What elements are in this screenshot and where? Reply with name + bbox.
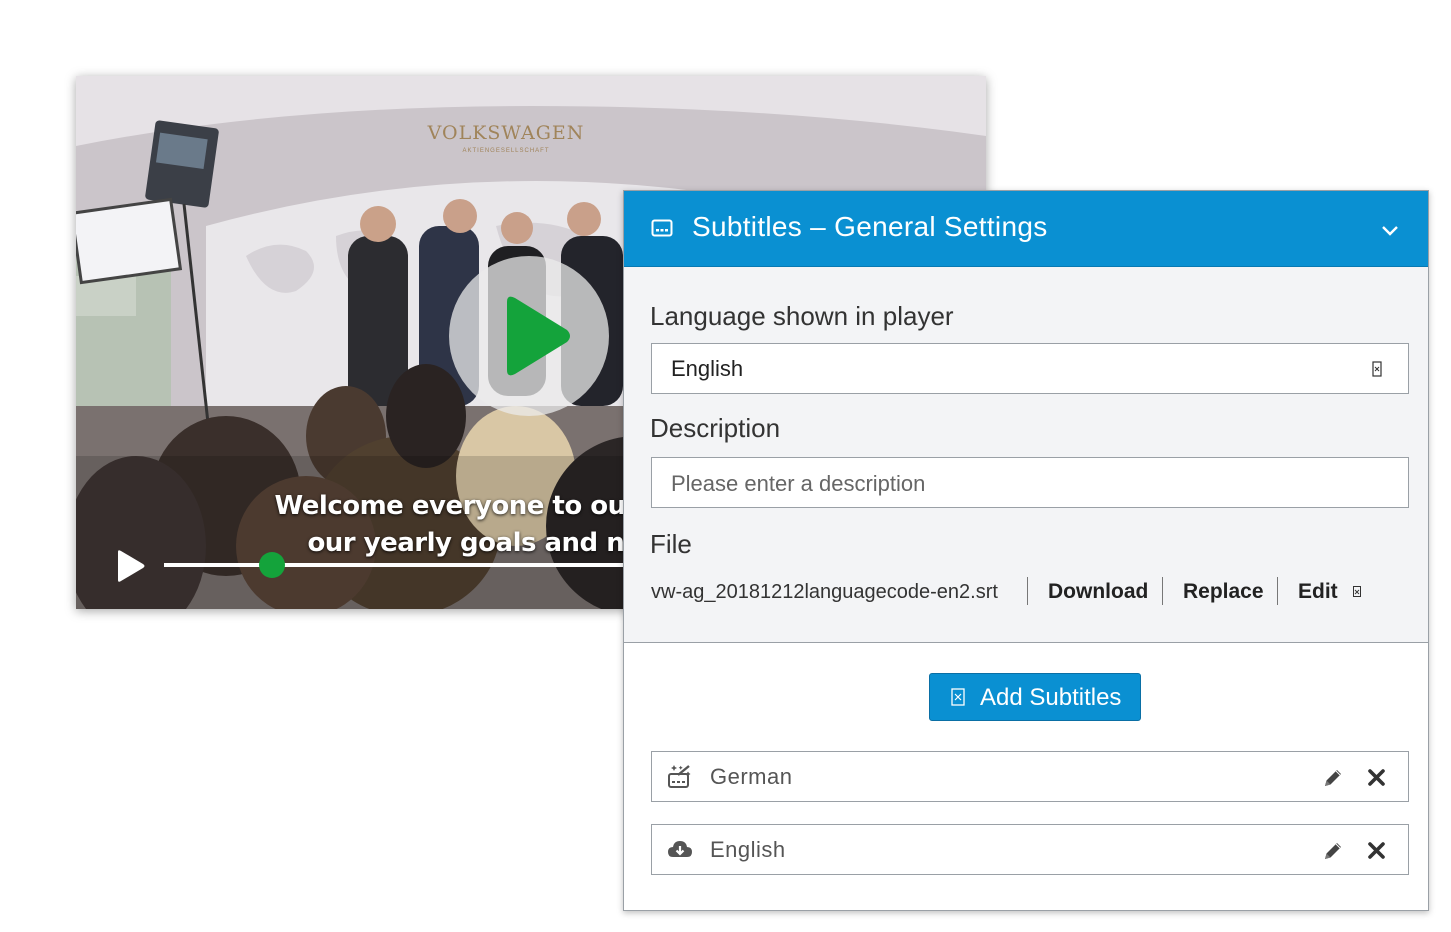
progress-handle[interactable] xyxy=(259,552,286,578)
pencil-icon[interactable] xyxy=(1322,840,1344,862)
cloud-download-icon xyxy=(668,841,692,857)
auto-generate-icon xyxy=(668,765,691,788)
chevron-down-icon[interactable] xyxy=(1381,225,1399,237)
progress-fill xyxy=(164,563,273,567)
file-name: vw-ag_20181212languagecode-en2.srt xyxy=(651,581,998,603)
edit-link[interactable]: Edit xyxy=(1298,580,1338,604)
file-label: File xyxy=(650,529,692,559)
external-link-icon[interactable] xyxy=(1352,586,1363,597)
divider xyxy=(1027,577,1028,605)
subtitle-item-german[interactable]: German xyxy=(651,751,1409,802)
language-select[interactable]: English xyxy=(651,343,1409,394)
close-icon[interactable] xyxy=(1367,841,1386,860)
add-icon xyxy=(951,688,965,706)
progress-bar[interactable] xyxy=(164,552,634,578)
file-row: vw-ag_20181212languagecode-en2.srt Downl… xyxy=(651,569,1411,609)
subtitle-language-label: German xyxy=(710,764,793,789)
play-pause-button[interactable] xyxy=(112,548,146,584)
play-icon xyxy=(507,296,570,376)
subtitles-settings-panel: Subtitles – General Settings Language sh… xyxy=(623,190,1429,911)
description-input[interactable]: Please enter a description xyxy=(651,457,1409,508)
description-label: Description xyxy=(650,413,781,443)
panel-title: Subtitles – General Settings xyxy=(692,211,1048,242)
select-caret-icon xyxy=(1372,361,1382,377)
divider xyxy=(1277,577,1278,605)
subtitle-language-label: English xyxy=(710,837,786,862)
panel-header[interactable]: Subtitles – General Settings xyxy=(624,191,1428,267)
brand-logo-text: VOLKSWAGEN xyxy=(427,122,585,144)
big-play-button[interactable] xyxy=(449,256,609,416)
language-label: Language shown in player xyxy=(650,301,954,331)
download-link[interactable]: Download xyxy=(1048,580,1148,604)
replace-link[interactable]: Replace xyxy=(1183,580,1264,604)
description-placeholder: Please enter a description xyxy=(671,471,926,496)
divider xyxy=(1162,577,1163,605)
add-subtitles-label: Add Subtitles xyxy=(980,684,1122,711)
pencil-icon[interactable] xyxy=(1322,767,1344,789)
brand-subtitle: AKTIENGESELLSCHAFT xyxy=(462,148,550,154)
subtitle-item-english[interactable]: English xyxy=(651,824,1409,875)
language-select-value: English xyxy=(671,356,744,381)
add-subtitles-button[interactable]: Add Subtitles xyxy=(929,673,1141,721)
subtitles-icon xyxy=(651,219,673,237)
close-icon[interactable] xyxy=(1367,768,1386,787)
